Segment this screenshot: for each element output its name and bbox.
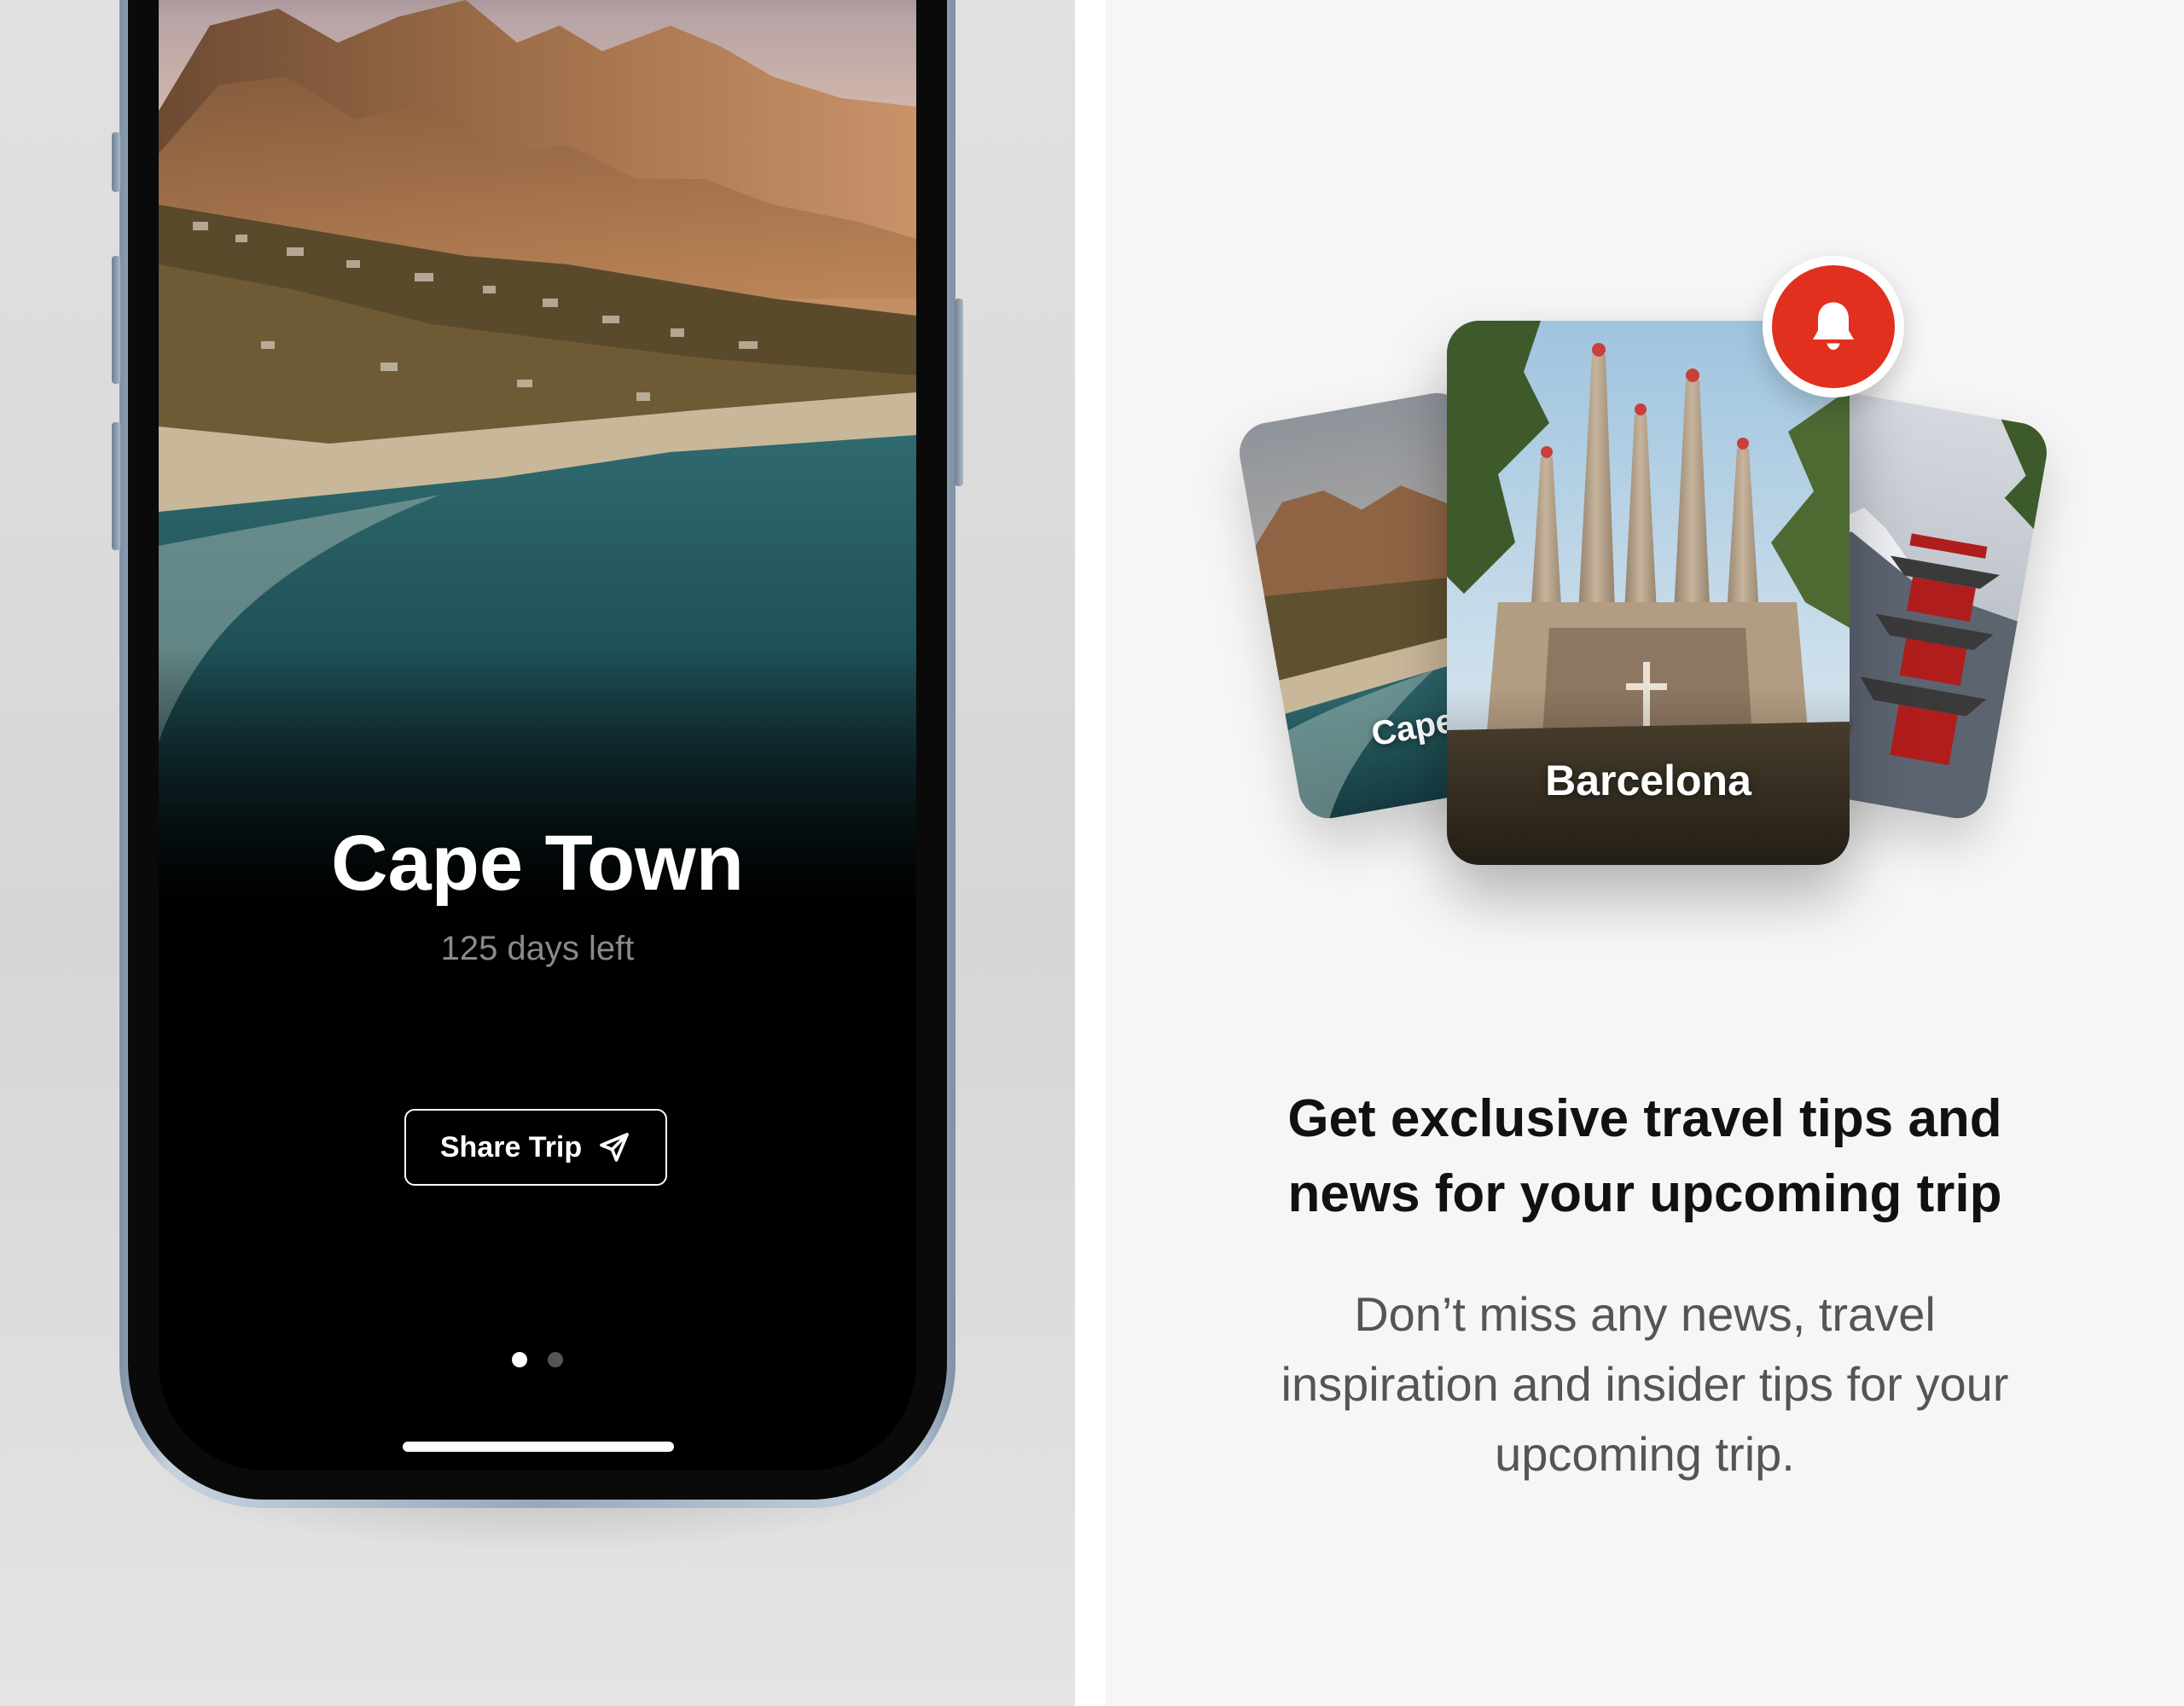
page-indicator (159, 1352, 916, 1367)
onboarding-headline: Get exclusive travel tips and news for y… (1148, 1082, 2141, 1232)
onboarding-body: Don’t miss any news, travel inspiration … (1182, 1280, 2107, 1489)
page-dot[interactable] (548, 1352, 563, 1367)
panel-divider (1075, 0, 1106, 1706)
notification-badge (1763, 256, 1904, 397)
cape-town-photo (159, 0, 916, 904)
phone-power-button (955, 299, 963, 486)
share-trip-button[interactable]: Share Trip (404, 1109, 667, 1186)
phone-action-button (112, 132, 120, 192)
body-line: Don’t miss any news, travel (1354, 1287, 1936, 1341)
phone-screen: Cape Town 125 days left Share Trip (159, 0, 916, 1471)
phone-volume-up-button (112, 256, 120, 384)
page-dot-active[interactable] (512, 1352, 527, 1367)
share-trip-label: Share Trip (439, 1130, 583, 1163)
body-line: inspiration and insider tips for your (1281, 1357, 2009, 1411)
home-indicator[interactable] (403, 1442, 674, 1452)
card-label: Barcelona (1545, 757, 1751, 804)
days-left-countdown: 125 days left (440, 930, 635, 967)
paper-plane-icon (600, 1133, 629, 1162)
notification-onboarding-panel: Cape Barcelona Get exclusive travel tips… (1106, 0, 2184, 1706)
body-line: upcoming trip. (1495, 1427, 1795, 1481)
phone-mockup-panel: Cape Town 125 days left Share Trip (0, 0, 1075, 1706)
phone-volume-down-button (112, 422, 120, 550)
destination-card-stack: Cape Barcelona (1106, 0, 2184, 938)
city-title: Cape Town (331, 820, 744, 907)
destination-card-barcelona[interactable]: Barcelona (1447, 321, 1850, 865)
headline-line: Get exclusive travel tips and (1287, 1089, 2002, 1148)
headline-line: news for your upcoming trip (1287, 1164, 2002, 1223)
bell-icon (1813, 302, 1854, 350)
